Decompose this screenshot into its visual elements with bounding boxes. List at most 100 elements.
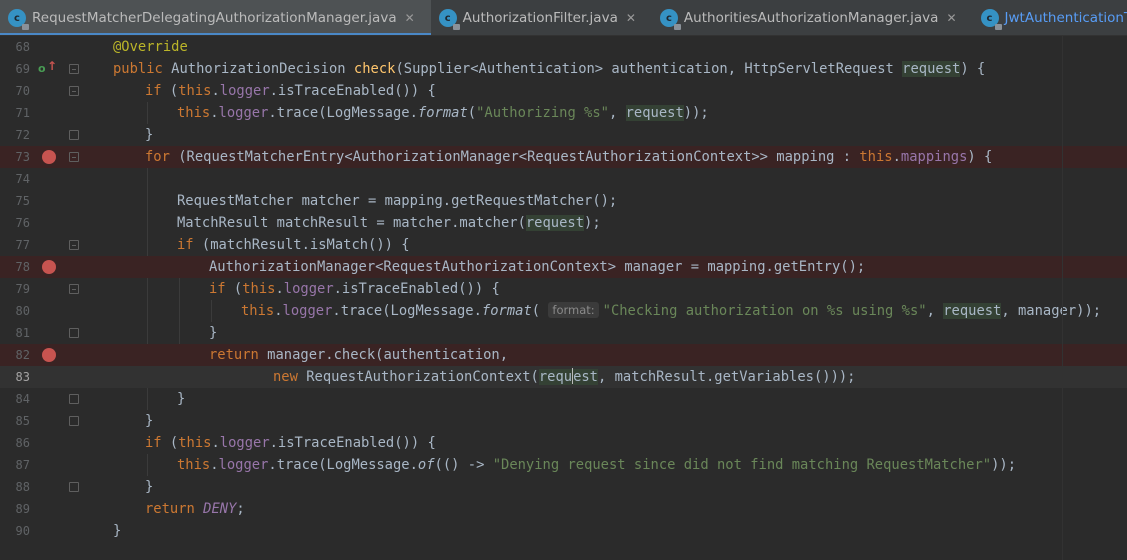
line-number[interactable]: 84 [0,388,30,410]
code-line[interactable]: 86 if (this.logger.isTraceEnabled()) { [0,432,1127,454]
code-line[interactable]: 71 this.logger.trace(LogMessage.format("A… [0,102,1127,124]
code-token: this [177,457,211,473]
code-token: RequestMatcher matcher = mapping.getRequ… [177,193,618,209]
line-number[interactable]: 74 [0,168,30,190]
code-line[interactable]: 88} [0,476,1127,498]
tab-requestmatcherdelegatingauthorizationmanager[interactable]: c RequestMatcherDelegatingAuthorizationM… [0,0,431,35]
line-number[interactable]: 82 [0,344,30,366]
code-text: RequestMatcher matcher = mapping.getRequ… [177,190,617,212]
tab-label: RequestMatcherDelegatingAuthorizationMan… [32,10,397,26]
tab-authorizationfilter[interactable]: c AuthorizationFilter.java ✕ [431,0,652,35]
code-token: , matchResult.getVariables())); [597,369,856,385]
code-line[interactable]: 87 this.logger.trace(LogMessage.of(() -> … [0,454,1127,476]
code-token: MatchResult matchResult = matcher.matche… [177,215,526,231]
code-line[interactable]: 85} [0,410,1127,432]
line-number[interactable]: 85 [0,410,30,432]
fold-marker-icon[interactable] [69,240,79,250]
tab-jwtauthenticationtoken[interactable]: c JwtAuthenticationToken.java ✕ [973,0,1127,35]
code-token: AuthorizationDecision [171,61,354,77]
code-token: .isTraceEnabled()) { [269,83,436,99]
fold-marker-icon[interactable] [69,152,79,162]
fold-marker-icon[interactable] [69,416,79,426]
code-token: logger [283,281,334,297]
code-line[interactable]: 76 MatchResult matchResult = matcher.matc… [0,212,1127,234]
breakpoint-icon[interactable] [42,150,56,164]
java-class-icon: c [438,9,460,30]
java-class-icon: c [980,9,1002,30]
code-token: (Supplier<Authentication> authentication… [395,61,903,77]
code-token: } [145,479,154,495]
fold-marker-icon[interactable] [69,86,79,96]
line-number[interactable]: 87 [0,454,30,476]
line-number[interactable]: 79 [0,278,30,300]
code-text: for (RequestMatcherEntry<AuthorizationMa… [145,146,992,168]
line-number[interactable]: 72 [0,124,30,146]
code-token: ; [236,501,245,517]
close-tab-icon[interactable]: ✕ [946,11,956,25]
line-number[interactable]: 73 [0,146,30,168]
code-text: MatchResult matchResult = matcher.matche… [177,212,601,234]
code-text: AuthorizationManager<RequestAuthorizatio… [209,256,865,278]
code-line[interactable]: 79 if (this.logger.isTraceEnabled()) { [0,278,1127,300]
fold-marker-icon[interactable] [69,284,79,294]
breakpoint-icon[interactable] [42,348,56,362]
code-token: check [353,61,396,77]
code-token: .trace(LogMessage. [268,105,418,121]
code-token: this [178,435,212,451]
line-number[interactable]: 86 [0,432,30,454]
fold-marker-icon[interactable] [69,130,79,140]
line-number[interactable]: 90 [0,520,30,542]
code-token: )); [991,457,1017,473]
code-line[interactable]: 75 RequestMatcher matcher = mapping.getRe… [0,190,1127,212]
code-line[interactable]: 84} [0,388,1127,410]
code-line[interactable]: 83 new RequestAuthorizationContext(reques… [0,366,1127,388]
line-number[interactable]: 80 [0,300,30,322]
close-tab-icon[interactable]: ✕ [405,11,415,25]
code-line[interactable]: 74 [0,168,1127,190]
tab-authoritiesauthorizationmanager[interactable]: c AuthoritiesAuthorizationManager.java ✕ [652,0,973,35]
line-number[interactable]: 83 [0,366,30,388]
code-line[interactable]: 81} [0,322,1127,344]
line-number[interactable]: 68 [0,36,30,58]
code-token: return [209,347,268,363]
line-number[interactable]: 70 [0,80,30,102]
line-number[interactable]: 88 [0,476,30,498]
code-editor[interactable]: 68 @Override 69 o ↑ public AuthorizationDecis… [0,36,1127,560]
code-line[interactable]: 78 AuthorizationManager<RequestAuthorizat… [0,256,1127,278]
line-number[interactable]: 89 [0,498,30,520]
code-token: , [608,105,626,121]
code-line[interactable]: 69 o ↑ public AuthorizationDecision check(S… [0,58,1127,80]
code-token: new [273,369,307,385]
code-line[interactable]: 72} [0,124,1127,146]
line-number[interactable]: 75 [0,190,30,212]
close-tab-icon[interactable]: ✕ [626,11,636,25]
code-token: . [211,435,220,451]
line-number[interactable]: 71 [0,102,30,124]
code-line[interactable]: 70 if (this.logger.isTraceEnabled()) { [0,80,1127,102]
line-number[interactable]: 69 [0,58,30,80]
code-token: ) { [960,61,986,77]
line-number[interactable]: 76 [0,212,30,234]
code-line[interactable]: 80 this.logger.trace(LogMessage.format( f… [0,300,1127,322]
code-line[interactable]: 90} [0,520,1127,542]
line-number[interactable]: 77 [0,234,30,256]
code-text: } [145,476,153,498]
code-token: "Denying request since did not find matc… [492,457,992,473]
override-method-icon[interactable]: o ↑ [38,59,57,76]
breakpoint-icon[interactable] [42,260,56,274]
fold-marker-icon[interactable] [69,482,79,492]
code-line[interactable]: 68 @Override [0,36,1127,58]
code-line[interactable]: 77 if (matchResult.isMatch()) { [0,234,1127,256]
line-number[interactable]: 78 [0,256,30,278]
fold-marker-icon[interactable] [69,64,79,74]
code-line[interactable]: 89 return DENY; [0,498,1127,520]
code-token: for [145,149,179,165]
code-text: return manager.check(authentication, [209,344,508,366]
code-line[interactable]: 73 for (RequestMatcherEntry<Authorization… [0,146,1127,168]
fold-marker-icon[interactable] [69,328,79,338]
code-token: . [892,149,901,165]
line-number[interactable]: 81 [0,322,30,344]
editor-tab-bar: c RequestMatcherDelegatingAuthorizationM… [0,0,1127,36]
fold-marker-icon[interactable] [69,394,79,404]
code-line[interactable]: 82 return manager.check(authentication, [0,344,1127,366]
